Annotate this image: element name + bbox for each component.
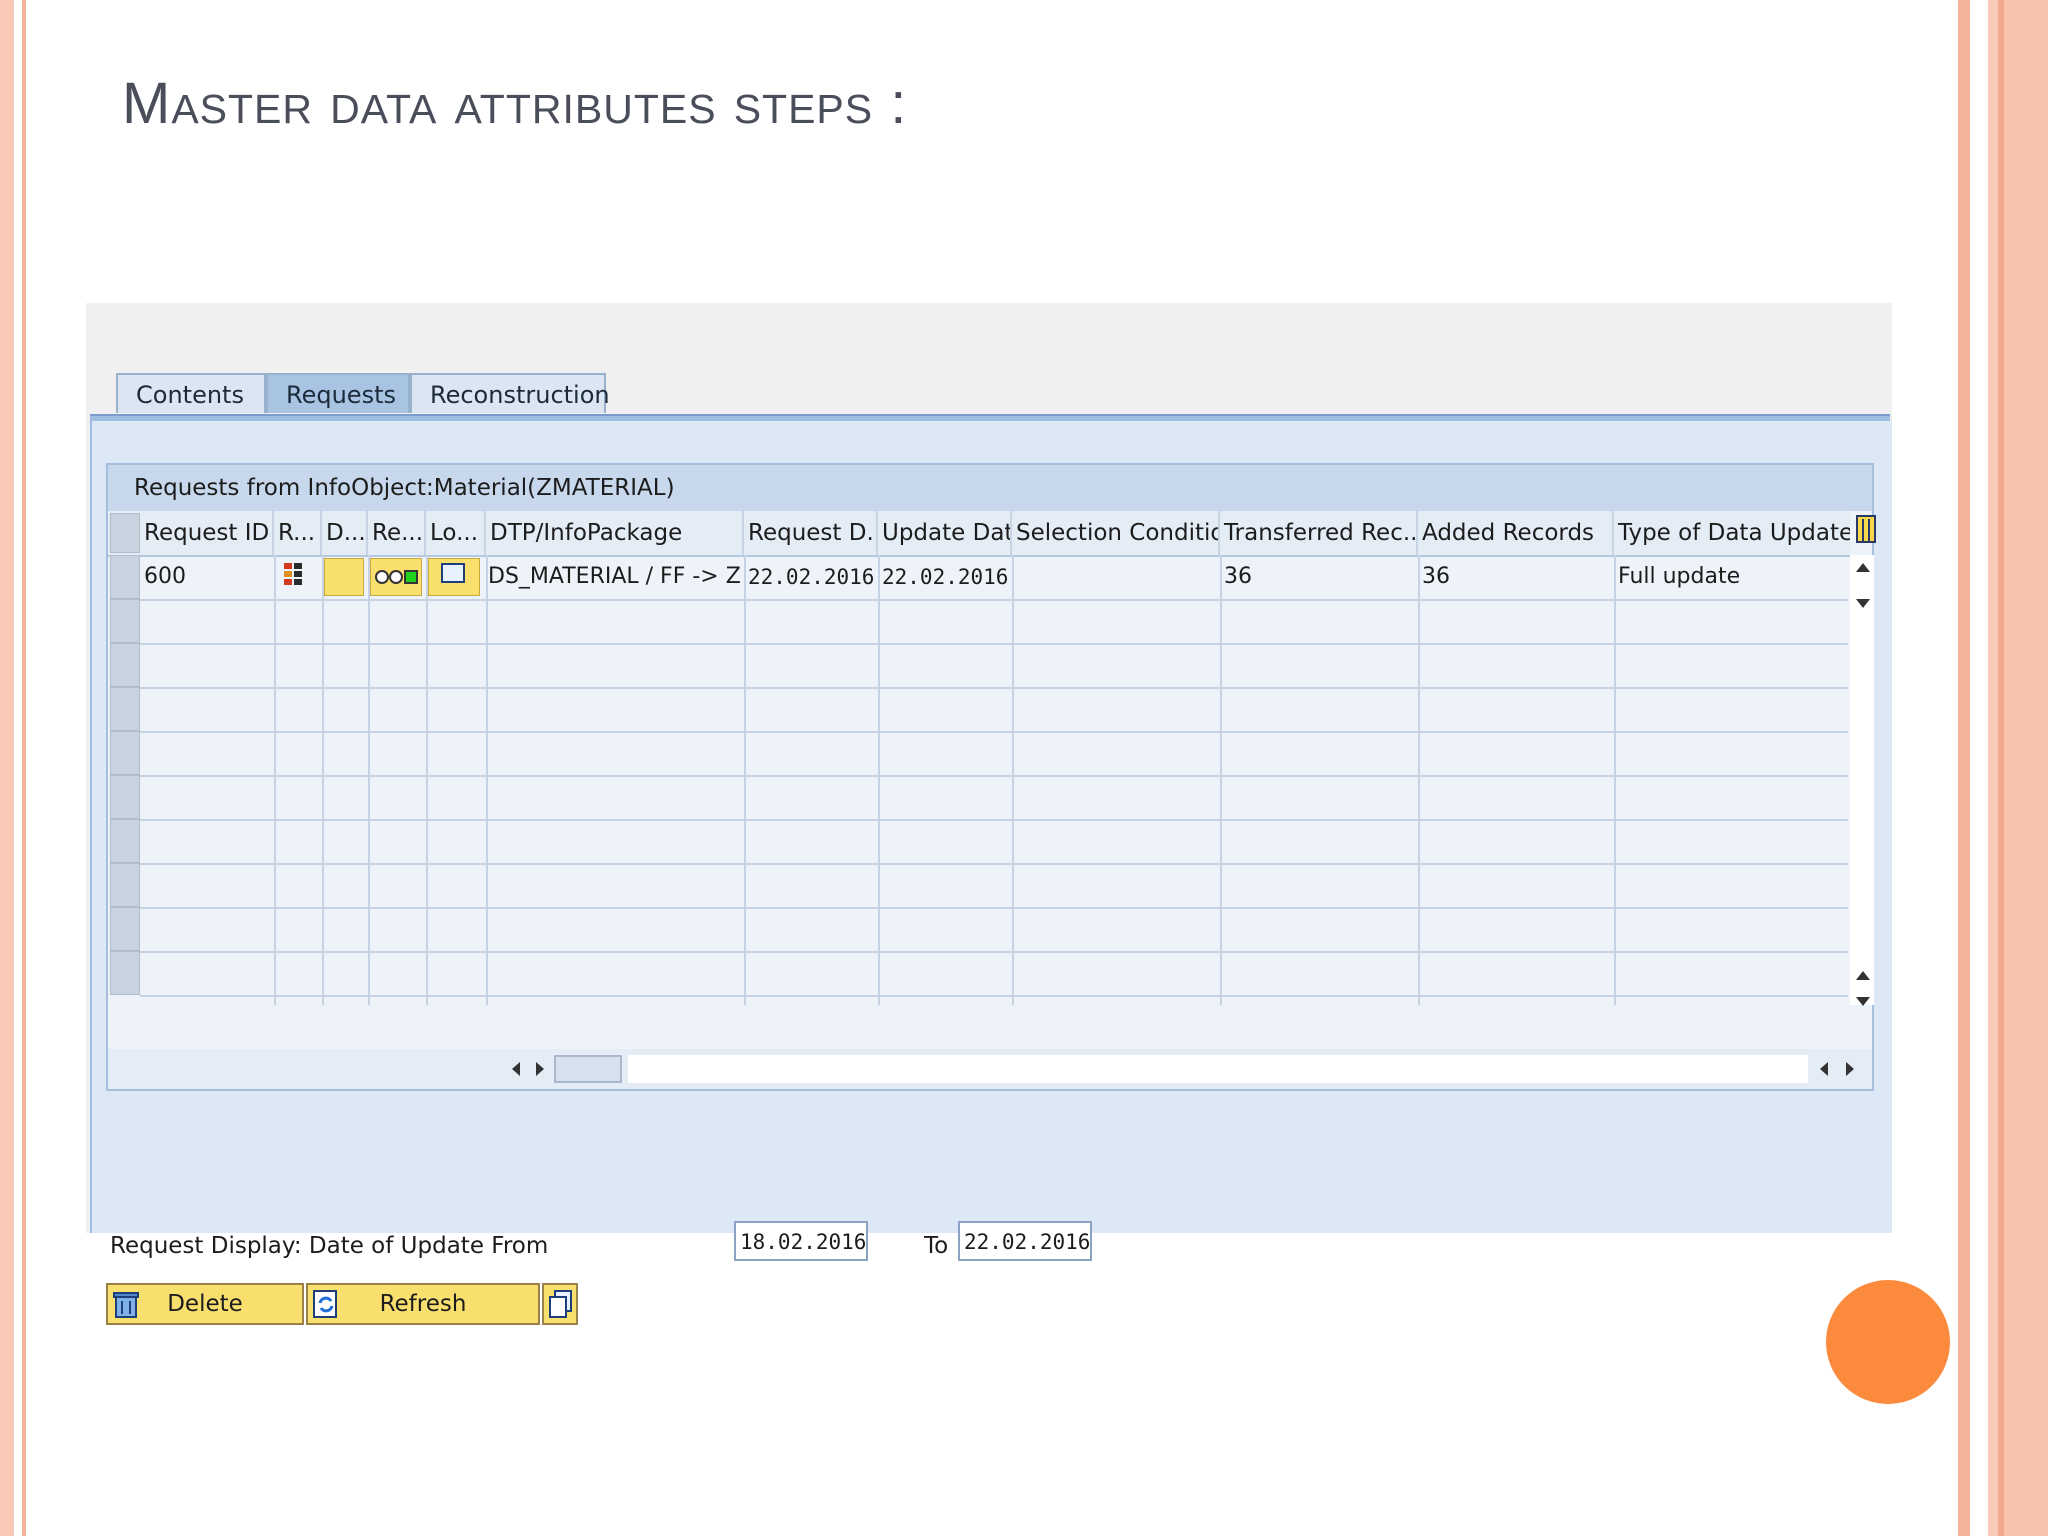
table-row[interactable] xyxy=(140,819,1848,865)
row-selector[interactable] xyxy=(110,731,140,775)
table-row[interactable] xyxy=(140,687,1848,733)
cell-update-date: 22.02.2016 xyxy=(882,565,1009,589)
refresh-icon xyxy=(312,1289,340,1319)
scroll-page-up-icon[interactable] xyxy=(1856,971,1870,980)
cell-transferred-records: 36 xyxy=(1224,564,1252,589)
requests-grid: Requests from InfoObject:Material(ZMATER… xyxy=(106,463,1876,1091)
scroll-right-end-icon[interactable] xyxy=(1846,1062,1854,1076)
monitor-icon[interactable] xyxy=(428,558,480,596)
tab-reconstruction[interactable]: Reconstruction xyxy=(410,373,610,413)
row-selector[interactable] xyxy=(110,951,140,995)
sap-screenshot: Contents Requests Reconstruction Request… xyxy=(86,303,1892,1325)
horizontal-scrollbar[interactable] xyxy=(108,1049,1872,1089)
copy-button[interactable] xyxy=(542,1283,578,1325)
select-all-cell[interactable] xyxy=(110,513,140,553)
scroll-thumb[interactable] xyxy=(554,1055,622,1083)
delete-button-label: Delete xyxy=(167,1291,243,1317)
vertical-scrollbar[interactable] xyxy=(1850,555,1874,1006)
delete-button[interactable]: Delete xyxy=(106,1283,304,1325)
column-settings-icon[interactable] xyxy=(1856,515,1876,543)
cell-request-date: 22.02.2016 xyxy=(748,565,875,589)
row-selector[interactable] xyxy=(110,643,140,687)
table-row[interactable] xyxy=(140,775,1848,821)
row-selector[interactable] xyxy=(110,907,140,951)
column-header-request-date[interactable]: Request D... xyxy=(744,511,878,555)
column-header-dtp-infopackage[interactable]: DTP/InfoPackage xyxy=(486,511,744,555)
column-header-transferred-records[interactable]: Transferred Rec... xyxy=(1220,511,1418,555)
table-row[interactable] xyxy=(140,907,1848,953)
tab-contents[interactable]: Contents xyxy=(116,373,266,413)
slide-border-right-2 xyxy=(1988,0,1998,1536)
yellow-status-cell[interactable] xyxy=(324,558,364,596)
scroll-left-icon[interactable] xyxy=(512,1062,520,1076)
refresh-button[interactable]: Refresh xyxy=(306,1283,540,1325)
cell-added-records: 36 xyxy=(1422,564,1450,589)
scroll-page-down-icon[interactable] xyxy=(1856,997,1870,1006)
table-row[interactable] xyxy=(140,951,1848,997)
cell-dtp-infopackage: DS_MATERIAL / FF -> Z... xyxy=(488,564,742,589)
traffic-light-icon[interactable] xyxy=(370,558,422,596)
table-row[interactable] xyxy=(140,731,1848,777)
slide-border-right-4 xyxy=(2004,0,2048,1536)
slide-border-left-line xyxy=(22,0,26,1536)
slide-title: Master data attributes steps : xyxy=(122,71,908,136)
grid-body: 600 DS_MATERIAL / FF -> Z... 22.02.2016 … xyxy=(108,555,1848,1005)
grid-header-row: Request ID R... D... Re... Lo... DTP/Inf… xyxy=(108,511,1850,557)
row-selector[interactable] xyxy=(110,599,140,643)
slide-border-right-gap xyxy=(1970,0,1988,1536)
refresh-button-label: Refresh xyxy=(379,1291,467,1317)
date-from-field[interactable]: 18.02.2016 xyxy=(734,1221,868,1261)
row-selector[interactable] xyxy=(110,555,140,599)
column-header-added-records[interactable]: Added Records xyxy=(1418,511,1614,555)
column-header-lo[interactable]: Lo... xyxy=(426,511,486,555)
trash-icon xyxy=(112,1289,140,1319)
table-row[interactable] xyxy=(140,643,1848,689)
column-header-r[interactable]: R... xyxy=(274,511,322,555)
column-header-request-id[interactable]: Request ID xyxy=(140,511,274,555)
tab-requests[interactable]: Requests xyxy=(266,373,410,413)
slide-border-left xyxy=(0,0,14,1536)
copy-icon xyxy=(547,1289,575,1319)
cell-selection-conditions xyxy=(1014,555,1220,599)
requests-panel: Requests from InfoObject:Material(ZMATER… xyxy=(90,421,1892,1325)
table-row[interactable] xyxy=(140,599,1848,645)
date-to-field[interactable]: 22.02.2016 xyxy=(958,1221,1092,1261)
date-to-label: To xyxy=(924,1233,949,1259)
column-header-selection-conditions[interactable]: Selection Conditions xyxy=(1012,511,1220,555)
column-header-re[interactable]: Re... xyxy=(368,511,426,555)
column-header-d[interactable]: D... xyxy=(322,511,368,555)
scroll-up-icon[interactable] xyxy=(1856,563,1870,572)
date-range-label: Request Display: Date of Update From xyxy=(110,1233,549,1259)
orange-circle-decoration xyxy=(1826,1280,1950,1404)
scroll-down-icon[interactable] xyxy=(1856,599,1870,608)
scroll-track[interactable] xyxy=(628,1055,1808,1083)
slide-border-right-1 xyxy=(1958,0,1970,1536)
row-selector[interactable] xyxy=(110,863,140,907)
cell-request-id: 600 xyxy=(144,564,186,589)
scroll-left-end-icon[interactable] xyxy=(1820,1062,1828,1076)
cell-type-of-data-update: Full update xyxy=(1618,564,1741,589)
table-row[interactable] xyxy=(140,863,1848,909)
row-selector[interactable] xyxy=(110,687,140,731)
scroll-right-icon[interactable] xyxy=(536,1062,544,1076)
status-grid-icon[interactable] xyxy=(284,563,314,591)
table-row[interactable]: 600 DS_MATERIAL / FF -> Z... 22.02.2016 … xyxy=(140,555,1848,601)
grid-title: Requests from InfoObject:Material(ZMATER… xyxy=(108,465,1872,511)
column-header-type-of-data-update[interactable]: Type of Data Update xyxy=(1614,511,1850,555)
row-selector[interactable] xyxy=(110,775,140,819)
slide-border-left-gap xyxy=(14,0,22,1536)
column-header-update-date[interactable]: Update Date xyxy=(878,511,1012,555)
row-selector[interactable] xyxy=(110,819,140,863)
